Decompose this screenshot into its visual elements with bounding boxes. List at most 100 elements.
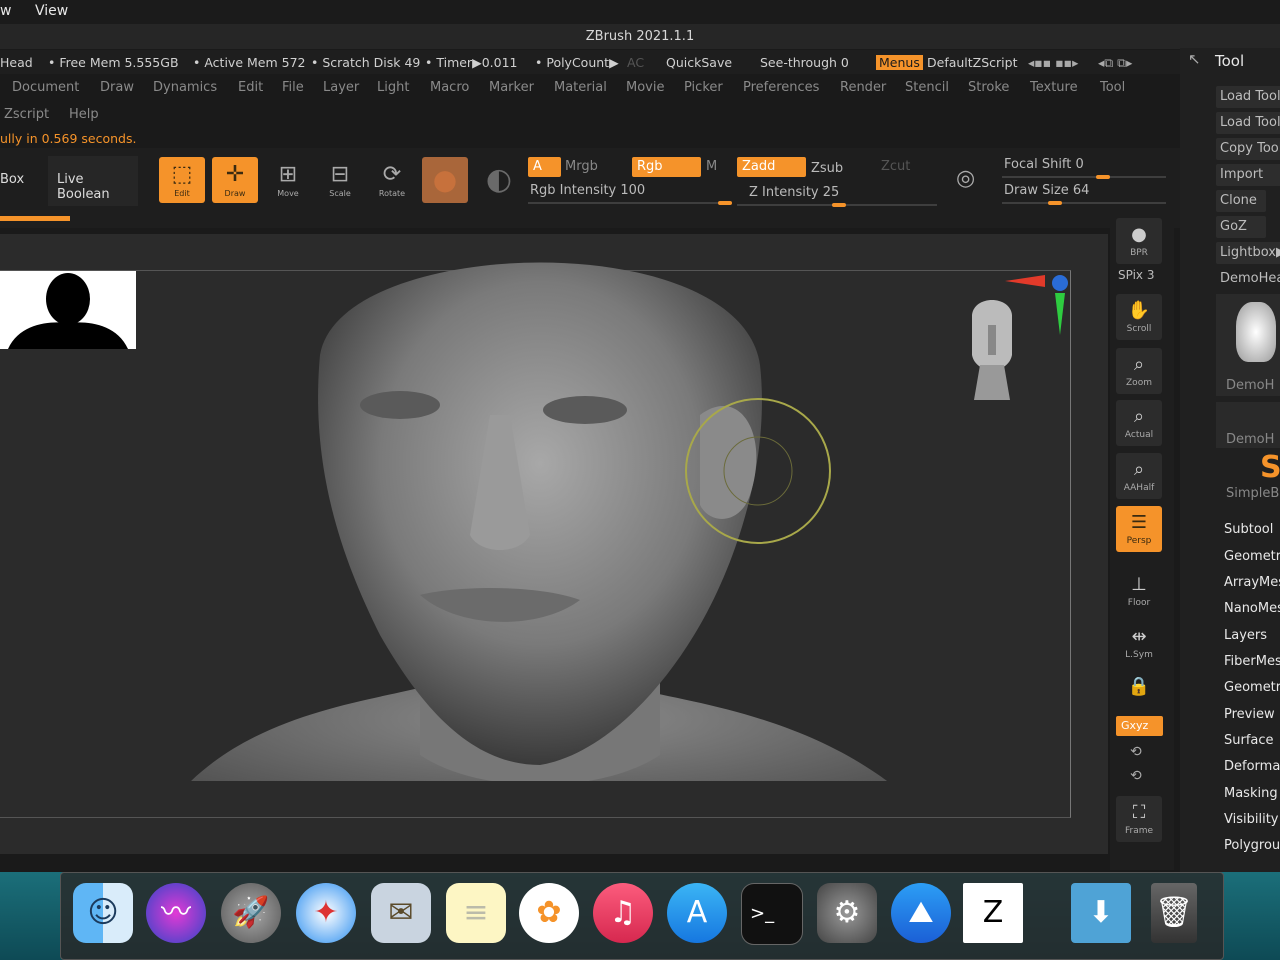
menu-draw[interactable]: Draw bbox=[100, 80, 134, 95]
section-geometry[interactable]: Geometry bbox=[1224, 549, 1280, 564]
document-canvas[interactable] bbox=[0, 262, 1071, 818]
menu-view[interactable]: View bbox=[35, 3, 68, 19]
m-toggle[interactable]: M bbox=[706, 159, 717, 174]
section-masking[interactable]: Masking bbox=[1224, 786, 1278, 801]
rotate-y-icon[interactable]: ⟲ bbox=[1130, 744, 1142, 760]
tool-pin-icon[interactable]: ↖ bbox=[1188, 50, 1201, 68]
menu-picker[interactable]: Picker bbox=[684, 80, 723, 95]
tool-thumb-3[interactable]: S SimpleB bbox=[1216, 450, 1280, 502]
menu-document[interactable]: Document bbox=[12, 80, 79, 95]
clone-button[interactable]: Clone bbox=[1216, 190, 1266, 212]
rotate-z-icon[interactable]: ⟲ bbox=[1130, 768, 1142, 784]
move-button[interactable]: ⊞ Move bbox=[265, 157, 311, 203]
section-visibility[interactable]: Visibility bbox=[1224, 812, 1278, 827]
menu-help[interactable]: Help bbox=[69, 107, 99, 122]
a-toggle[interactable]: A bbox=[528, 157, 561, 177]
focal-shift-label[interactable]: Focal Shift 0 bbox=[1004, 157, 1084, 172]
section-arraymesh[interactable]: ArrayMesh bbox=[1224, 575, 1280, 590]
see-through-slider[interactable]: See-through 0 bbox=[760, 55, 849, 70]
section-surface[interactable]: Surface bbox=[1224, 733, 1274, 748]
floor-button[interactable]: ⊥ Floor bbox=[1116, 568, 1162, 614]
bpr-button[interactable]: ● BPR bbox=[1116, 218, 1162, 264]
scroll-button[interactable]: ✋ Scroll bbox=[1116, 294, 1162, 340]
actual-button[interactable]: ⌕ Actual bbox=[1116, 400, 1162, 446]
launchpad-icon[interactable]: 🚀 bbox=[221, 883, 281, 943]
zadd-toggle[interactable]: Zadd bbox=[737, 157, 806, 177]
ac-label[interactable]: AC bbox=[627, 55, 644, 70]
scale-button[interactable]: ⊟ Scale bbox=[317, 157, 363, 203]
tool-panel-title[interactable]: Tool bbox=[1215, 52, 1244, 70]
xyz-button[interactable]: Gxyz bbox=[1116, 716, 1163, 736]
menu-movie[interactable]: Movie bbox=[626, 80, 664, 95]
mrgb-toggle[interactable]: Mrgb bbox=[565, 159, 598, 174]
current-tool-name[interactable]: DemoHea bbox=[1216, 268, 1280, 290]
section-preview[interactable]: Preview bbox=[1224, 707, 1275, 722]
zcut-toggle[interactable]: Zcut bbox=[881, 159, 910, 174]
section-fibermesh[interactable]: FiberMesh bbox=[1224, 654, 1280, 669]
live-boolean-button[interactable]: Live Boolean bbox=[48, 156, 138, 206]
section-polygroups[interactable]: Polygrou bbox=[1224, 838, 1280, 853]
section-layers[interactable]: Layers bbox=[1224, 628, 1267, 643]
menu-tool[interactable]: Tool bbox=[1100, 80, 1125, 95]
rgb-toggle[interactable]: Rgb bbox=[632, 157, 701, 177]
downloads-icon[interactable]: ⬇ bbox=[1071, 883, 1131, 943]
load-tool-button[interactable]: Load Tool bbox=[1216, 86, 1280, 108]
copy-tool-button[interactable]: Copy Tool bbox=[1216, 138, 1280, 160]
sculpt-viewport[interactable] bbox=[0, 235, 1070, 781]
siri-icon[interactable]: 〰 bbox=[146, 883, 206, 943]
section-subtool[interactable]: Subtool bbox=[1224, 522, 1273, 537]
menu-stroke[interactable]: Stroke bbox=[968, 80, 1009, 95]
menu-texture[interactable]: Texture bbox=[1030, 80, 1078, 95]
goz-button[interactable]: GoZ bbox=[1216, 216, 1266, 238]
tool-thumb-1[interactable]: DemoH bbox=[1216, 294, 1280, 396]
edit-button[interactable]: ⬚ Edit bbox=[159, 157, 205, 203]
trash-icon[interactable]: 🗑 bbox=[1151, 883, 1197, 943]
draw-size-knob[interactable] bbox=[1048, 201, 1062, 205]
menu-marker[interactable]: Marker bbox=[489, 80, 534, 95]
draw-size-track[interactable] bbox=[1002, 202, 1166, 204]
section-nanomesh[interactable]: NanoMesh bbox=[1224, 601, 1280, 616]
lsym-button[interactable]: ⇹ L.Sym bbox=[1116, 620, 1162, 666]
default-zscript-button[interactable]: DefaultZScript bbox=[927, 55, 1018, 70]
layout-icons[interactable]: ◂⧉ ⧉▸ bbox=[1098, 55, 1132, 71]
polycount[interactable]: • PolyCount▶ bbox=[535, 55, 619, 70]
terminal-icon[interactable]: >_ bbox=[741, 883, 803, 945]
menu-light[interactable]: Light bbox=[377, 80, 409, 95]
import-button[interactable]: Import bbox=[1216, 164, 1280, 186]
menu-render[interactable]: Render bbox=[840, 80, 886, 95]
section-deformation[interactable]: Deforma bbox=[1224, 759, 1280, 774]
rgb-intensity-label[interactable]: Rgb Intensity 100 bbox=[530, 183, 645, 198]
zsub-toggle[interactable]: Zsub bbox=[811, 161, 843, 176]
quicksave-button[interactable]: QuickSave bbox=[666, 55, 732, 70]
menu-preferences[interactable]: Preferences bbox=[743, 80, 819, 95]
menu-stencil[interactable]: Stencil bbox=[905, 80, 949, 95]
frame-button[interactable]: ⛶ Frame bbox=[1116, 796, 1162, 842]
section-geometry-hd[interactable]: Geometry bbox=[1224, 680, 1280, 695]
rgb-intensity-knob[interactable] bbox=[718, 201, 732, 205]
photos-icon[interactable]: ✿ bbox=[519, 883, 579, 943]
load-tool-button-2[interactable]: Load Tool bbox=[1216, 112, 1280, 134]
tool-thumb-2[interactable]: DemoH bbox=[1216, 402, 1280, 448]
safari-icon[interactable]: ✦ bbox=[296, 883, 356, 943]
mountain-icon[interactable]: ⛰ bbox=[891, 883, 951, 943]
draw-button[interactable]: ✛ Draw bbox=[212, 157, 258, 203]
persp-button[interactable]: ☰ Persp bbox=[1116, 506, 1162, 552]
aahalf-button[interactable]: ⌕ AAHalf bbox=[1116, 453, 1162, 499]
menus-button[interactable]: Menus bbox=[876, 55, 923, 70]
axis-gizmo-icon[interactable] bbox=[1005, 271, 1070, 341]
app-store-icon[interactable]: A bbox=[667, 883, 727, 943]
menu-file[interactable]: File bbox=[282, 80, 304, 95]
system-preferences-icon[interactable]: ⚙ bbox=[817, 883, 877, 943]
menu-window[interactable]: w bbox=[0, 3, 11, 19]
rotate-button[interactable]: ⟳ Rotate bbox=[369, 157, 415, 203]
focal-shift-knob[interactable] bbox=[1096, 175, 1110, 179]
menu-zscript[interactable]: Zscript bbox=[4, 107, 49, 122]
menu-layer[interactable]: Layer bbox=[323, 80, 359, 95]
reference-image[interactable] bbox=[0, 271, 136, 349]
box-label[interactable]: Box bbox=[0, 172, 24, 187]
rgb-intensity-track[interactable] bbox=[528, 202, 732, 204]
zbrush-icon[interactable]: Z bbox=[963, 883, 1023, 943]
menu-material[interactable]: Material bbox=[554, 80, 607, 95]
z-intensity-label[interactable]: Z Intensity 25 bbox=[749, 185, 839, 200]
texture-swatch[interactable]: ◐ bbox=[476, 157, 522, 203]
